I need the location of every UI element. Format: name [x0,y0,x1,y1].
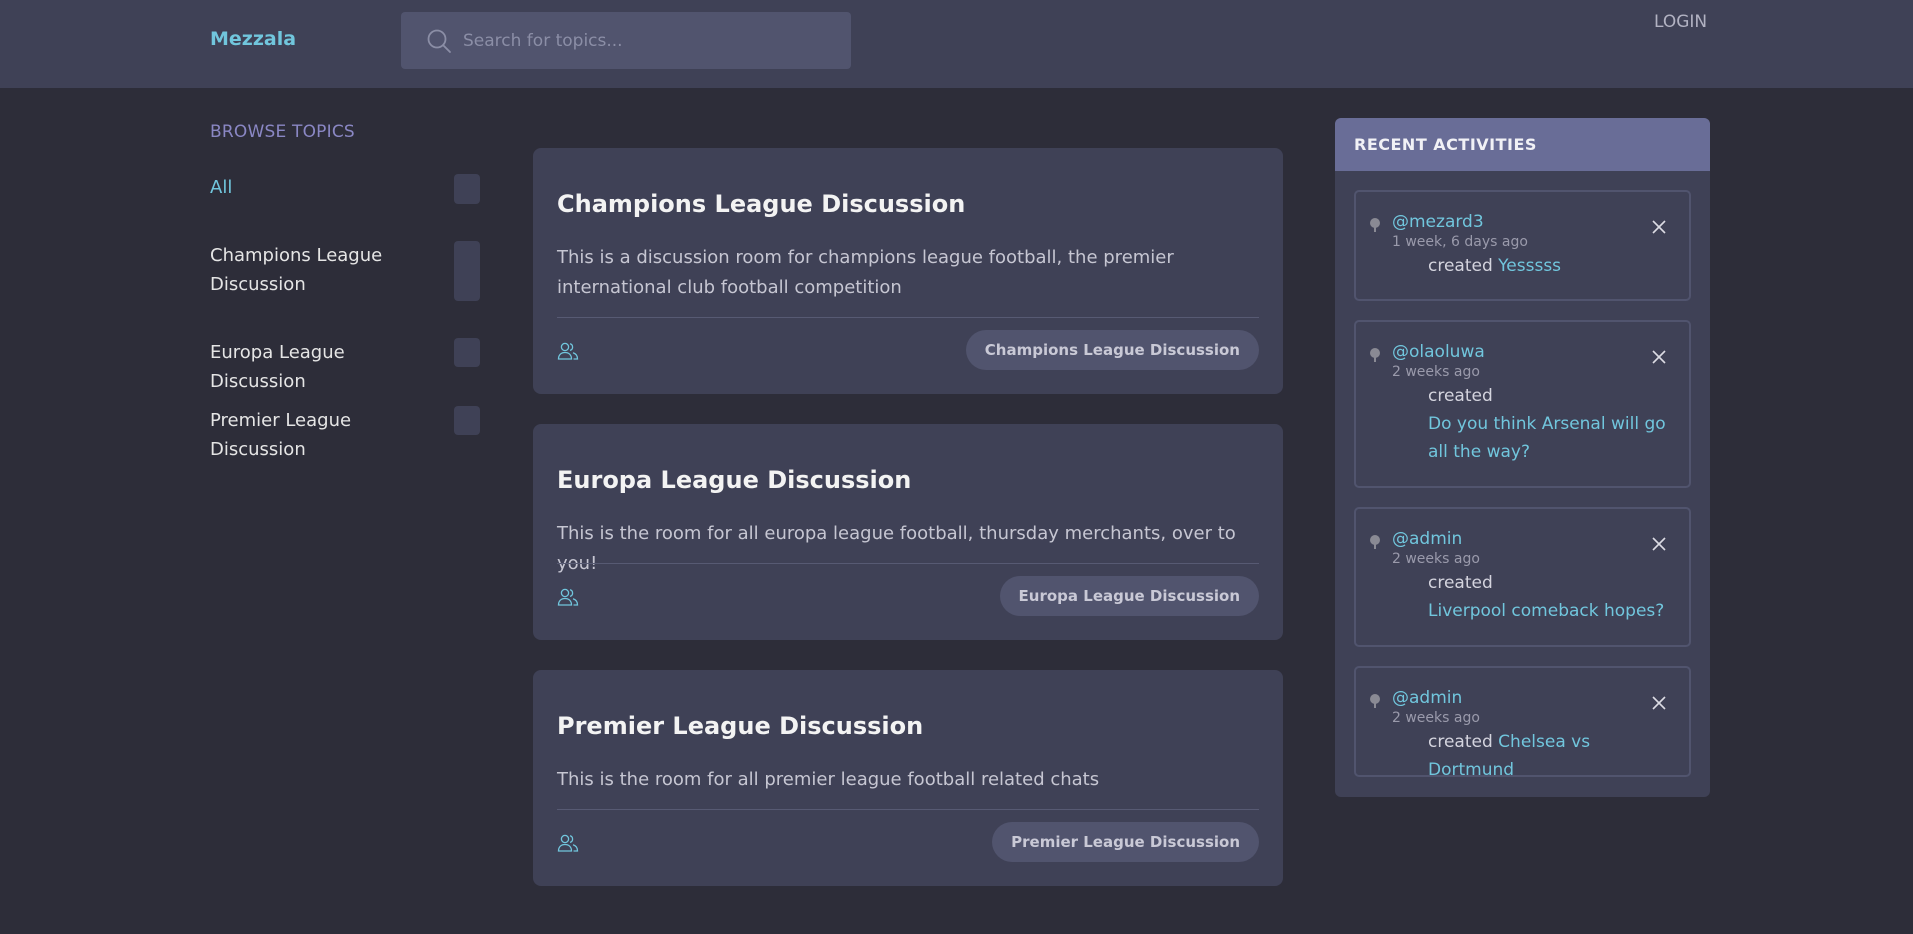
activity-time: 2 weeks ago [1392,551,1480,567]
search-bar[interactable] [401,12,851,69]
recent-activities-title: RECENT ACTIVITIES [1354,135,1537,154]
topic-label: Europa League Discussion [210,342,345,392]
participants-icon[interactable] [557,832,579,854]
activity-body: created Yesssss [1428,252,1673,280]
participants-icon[interactable] [557,586,579,608]
room-description: This is the room for all europa league f… [557,523,1236,574]
activity-body: created Do you think Arsenal will go all… [1428,382,1673,466]
avatar [1370,348,1380,362]
activity-time: 2 weeks ago [1392,710,1480,726]
activity-item: @admin 2 weeks ago created Liverpool com… [1354,507,1691,647]
activity-item: @admin 2 weeks ago created Chelsea vs Do… [1354,666,1691,780]
topic-item-champions-league[interactable]: Champions League Discussion [210,241,480,301]
room-card: Premier League Discussion This is the ro… [533,670,1283,886]
browse-topics-heading: BROWSE TOPICS [210,122,355,142]
room-topic-tag[interactable]: Champions League Discussion [965,330,1259,370]
topic-item-europa-league[interactable]: Europa League Discussion [210,338,480,396]
recent-activities-panel: RECENT ACTIVITIES @mezard3 1 week, 6 day… [1335,118,1710,797]
participants-icon[interactable] [557,340,579,362]
activity-body: created Chelsea vs Dortmund [1428,728,1673,784]
activity-action: created [1428,732,1493,752]
activity-time: 2 weeks ago [1392,364,1480,380]
topic-count-badge [454,241,480,301]
activity-username[interactable]: @admin [1392,529,1462,549]
room-description: This is a discussion room for champions … [557,247,1174,298]
topic-item-all[interactable]: All [210,173,480,204]
avatar [1370,694,1380,708]
room-title[interactable]: Europa League Discussion [557,466,911,494]
search-icon [427,29,451,53]
room-card: Europa League Discussion This is the roo… [533,424,1283,640]
room-description: This is the room for all premier league … [557,769,1100,790]
close-icon[interactable] [1651,536,1667,552]
divider [557,317,1259,318]
avatar [1370,218,1380,232]
avatar [1370,535,1380,549]
topic-count-badge [454,406,480,435]
recent-activities-header: RECENT ACTIVITIES [1335,118,1710,171]
activity-action: created [1428,573,1493,593]
topic-label: Champions League Discussion [210,245,383,295]
activity-username[interactable]: @olaoluwa [1392,342,1485,362]
activity-time: 1 week, 6 days ago [1392,234,1528,250]
divider [557,563,1259,564]
topic-label: Premier League Discussion [210,410,352,460]
app-logo[interactable]: Mezzala [210,28,296,50]
activity-item: @olaoluwa 2 weeks ago created Do you thi… [1354,320,1691,488]
room-title[interactable]: Premier League Discussion [557,712,923,740]
room-title[interactable]: Champions League Discussion [557,190,965,218]
activity-username[interactable]: @admin [1392,688,1462,708]
divider [557,809,1259,810]
activity-username[interactable]: @mezard3 [1392,212,1484,232]
activity-action: created [1428,256,1493,276]
close-icon[interactable] [1651,349,1667,365]
activity-body: created Liverpool comeback hopes? [1428,569,1673,625]
activity-action: created [1428,386,1493,406]
activity-target-link[interactable]: Yesssss [1498,256,1561,276]
topic-count-badge [454,174,480,204]
top-navbar: Mezzala LOGIN [0,0,1913,88]
topic-count-badge [454,338,480,367]
search-input[interactable] [463,12,843,69]
room-topic-tag[interactable]: Premier League Discussion [992,822,1259,862]
login-link[interactable]: LOGIN [1654,12,1707,32]
topic-label: All [210,177,233,198]
activity-target-link[interactable]: Do you think Arsenal will go all the way… [1428,410,1673,466]
room-card: Champions League Discussion This is a di… [533,148,1283,394]
close-icon[interactable] [1651,219,1667,235]
activity-target-link[interactable]: Liverpool comeback hopes? [1428,597,1673,625]
room-topic-tag[interactable]: Europa League Discussion [999,576,1259,616]
activity-item: @mezard3 1 week, 6 days ago created Yess… [1354,190,1691,301]
close-icon[interactable] [1651,695,1667,711]
topic-item-premier-league[interactable]: Premier League Discussion [210,406,480,464]
